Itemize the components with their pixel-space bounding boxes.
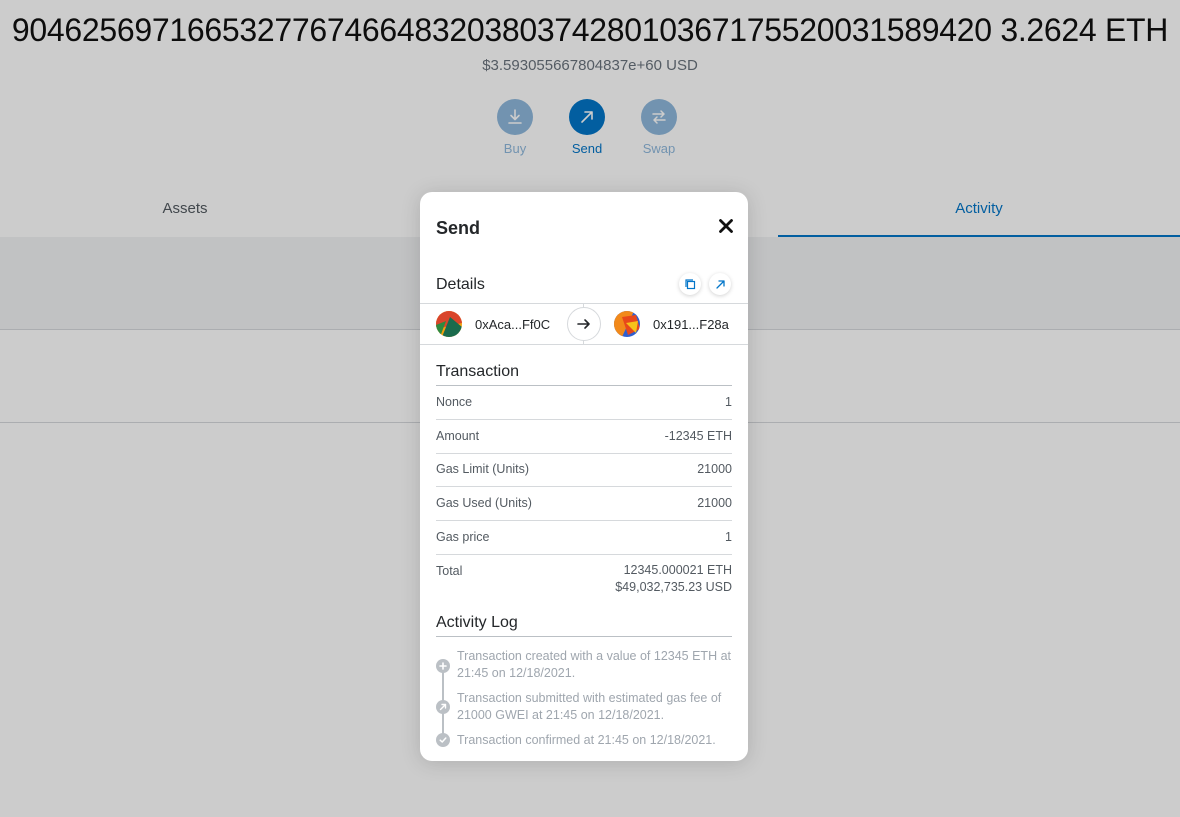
sender-identicon — [436, 311, 462, 337]
divider — [436, 419, 732, 420]
copy-icon[interactable] — [679, 273, 701, 295]
external-link-icon[interactable] — [709, 273, 731, 295]
check-icon — [436, 733, 450, 747]
log-entry: Transaction submitted with estimated gas… — [457, 691, 722, 722]
plus-icon — [436, 659, 450, 673]
recipient-address[interactable]: 0x191...F28a — [614, 304, 729, 344]
arrow-up-right-icon — [436, 700, 450, 714]
tx-row-value: 1 — [725, 395, 732, 409]
divider — [436, 453, 732, 454]
log-entry: Transaction confirmed at 21:45 on 12/18/… — [457, 733, 716, 747]
recipient-address-text: 0x191...F28a — [653, 316, 729, 332]
close-icon[interactable] — [716, 216, 736, 236]
tx-row-label: Gas Limit (Units) — [436, 462, 530, 476]
activity-log-heading: Activity Log — [436, 614, 518, 631]
log-entry: Transaction created with a value of 1234… — [457, 649, 731, 680]
tx-row-label: Total — [436, 564, 463, 578]
tx-row-label: Gas Used (Units) — [436, 496, 532, 510]
tx-row-label: Nonce — [436, 395, 473, 409]
transaction-heading: Transaction — [436, 363, 519, 380]
divider — [436, 520, 732, 521]
tx-row-value: 21000 — [697, 462, 732, 476]
details-heading: Details — [436, 276, 485, 293]
divider — [436, 385, 732, 386]
total-usd: $49,032,735.23 USD — [615, 580, 732, 594]
sender-address-text: 0xAca...Ff0C — [475, 316, 551, 332]
tx-row-label: Gas price — [436, 530, 490, 544]
modal-title: Send — [436, 218, 481, 238]
divider — [436, 554, 732, 555]
tx-row-value: 1 — [725, 530, 732, 544]
tx-row-value: 21000 — [697, 496, 732, 510]
sender-address[interactable]: 0xAca...Ff0C — [436, 304, 550, 344]
recipient-identicon — [614, 311, 640, 337]
total-eth: 12345.000021 ETH — [623, 563, 732, 577]
transaction-details-modal: Send Details 0xAca...Ff0C 0x191...F28a T… — [420, 192, 748, 761]
arrow-right-icon — [567, 307, 601, 341]
address-bar: 0xAca...Ff0C 0x191...F28a — [420, 303, 748, 345]
divider — [436, 486, 732, 487]
tx-row-value: -12345 ETH — [664, 429, 732, 443]
divider — [436, 636, 732, 637]
tx-row-label: Amount — [436, 429, 480, 443]
